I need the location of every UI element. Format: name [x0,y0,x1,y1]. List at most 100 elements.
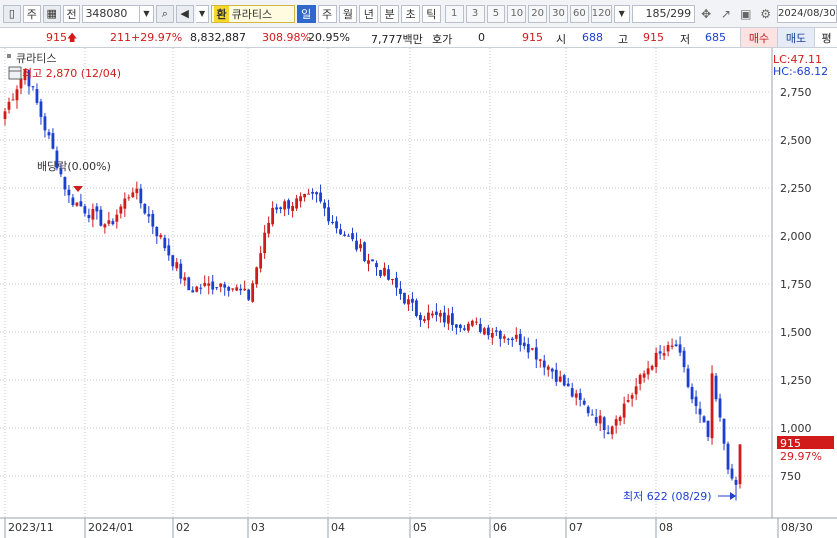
y-axis-ticks: 2,750 2,500 2,250 2,000 1,750 1,500 1,250 1,000… [780,86,812,483]
period-second[interactable]: 초 [401,4,420,23]
candle-body [546,366,550,370]
stock-code-input[interactable]: 348080 [82,4,140,23]
candle-body [327,207,330,222]
candle-body [223,284,227,288]
chart-type-icon[interactable]: ▯ [3,4,21,23]
gear-icon[interactable]: ⚙ [757,5,775,23]
num-10[interactable]: 10 [507,4,527,23]
num-20[interactable]: 20 [528,4,548,23]
num-30[interactable]: 30 [549,4,568,23]
prev-button[interactable]: 전 [62,4,81,23]
y-tick-label: 2,500 [780,134,812,147]
candle-body [443,312,446,323]
candle-body [690,386,694,400]
num-60[interactable]: 60 [569,4,589,23]
candle-body [79,201,83,207]
eval-button[interactable]: 평 [814,28,837,47]
low-annotation: 최저 622 (08/29) [623,490,712,503]
candle-body [562,375,566,386]
candle-body [295,198,299,209]
candle-body [598,415,602,424]
y-tick-label: 1,250 [780,374,812,387]
candle-body [606,432,610,434]
x-tick-label: 03 [251,521,265,534]
open-label: 시 [556,33,567,46]
candle-body [347,235,350,237]
candle-body [63,176,67,190]
candle-body [399,288,402,295]
num-5[interactable]: 5 [486,4,506,23]
save-icon[interactable]: ▣ [737,5,755,23]
candle-body [407,299,410,305]
candle-body [618,417,622,422]
candle-body [339,229,342,235]
candle-body [103,224,107,228]
candle-body [694,396,698,407]
candle-body [255,267,259,285]
num-dropdown-icon[interactable]: ▼ [613,4,630,23]
candle-body [335,221,338,229]
candle-body [7,101,11,110]
candle-body [558,376,562,382]
candle-body [311,191,314,194]
trend-icon[interactable]: ↗ [717,5,735,23]
candle-body [462,328,466,330]
current-price: 915 [46,31,67,44]
stock-name: 큐라티스 [231,7,273,21]
candle-body [351,233,354,240]
candle-body [219,283,223,287]
legend-stock-name: 큐라티스 [16,52,56,65]
x-tick-label: 02 [176,521,190,534]
speaker-icon[interactable]: ◀ [175,4,194,23]
period-tick[interactable]: 틱 [421,4,441,23]
freq-button[interactable]: 주 [22,4,41,23]
price-chart[interactable]: 2,750 2,500 2,250 2,000 1,750 1,500 1,250 1,000… [0,48,837,538]
quote-bar: 915 🡅 211 +29.97% 8,832,887 308.98% 20.9… [0,28,837,48]
period-day[interactable]: 일 [296,4,316,23]
chevron-down-icon[interactable]: ▼ [139,4,154,23]
last-price-label: 915 [780,437,801,450]
candle-body [395,277,398,288]
candle-body [482,328,486,335]
grid-icon[interactable]: ▦ [42,4,61,23]
search-icon[interactable]: ⌕ [155,4,174,23]
calendar-icon[interactable] [8,66,22,80]
candle-body [319,192,322,202]
num-1[interactable]: 1 [444,4,464,23]
candle-body [522,342,526,347]
buy-button[interactable]: 매수 [740,28,777,47]
candle-body [315,192,318,195]
candle-body [490,333,494,338]
candle-body [107,220,111,224]
volume: 8,832,887 [190,31,246,44]
chart-toolbar: ▯ 주 ▦ 전 348080 ▼ ⌕ ◀ ▼ 환 큐라티스 일 주 월 년 분 … [0,0,837,28]
date-input[interactable]: 2024/08/30 [776,4,837,23]
candle-body [698,408,702,415]
stock-name-box[interactable]: 환 큐라티스 [211,4,295,23]
crosshair-icon[interactable]: ✥ [697,5,715,23]
period-minute[interactable]: 분 [380,4,400,23]
num-120[interactable]: 120 [590,4,612,23]
x-tick-label: 05 [413,521,427,534]
candle-body [450,313,454,325]
period-week[interactable]: 주 [317,4,337,23]
speaker-dropdown-icon[interactable]: ▼ [195,4,210,23]
period-year[interactable]: 년 [359,4,379,23]
trade-amount: 7,777백만 [371,33,423,46]
candle-body [143,203,147,214]
num-3[interactable]: 3 [465,4,485,23]
candle-body [718,398,722,418]
sell-button[interactable]: 매도 [777,28,814,47]
candle-body [215,287,219,289]
candle-body [638,374,642,384]
candle-body [446,315,450,324]
period-month[interactable]: 월 [338,4,358,23]
x-tick-label: 07 [569,521,583,534]
x-tick-label: 2023/11 [8,521,54,534]
candle-body [578,393,582,400]
candle-body [506,338,510,340]
candle-body [379,269,382,276]
candle-body [355,240,358,250]
candle-body [239,288,243,291]
candle-body [243,288,247,291]
